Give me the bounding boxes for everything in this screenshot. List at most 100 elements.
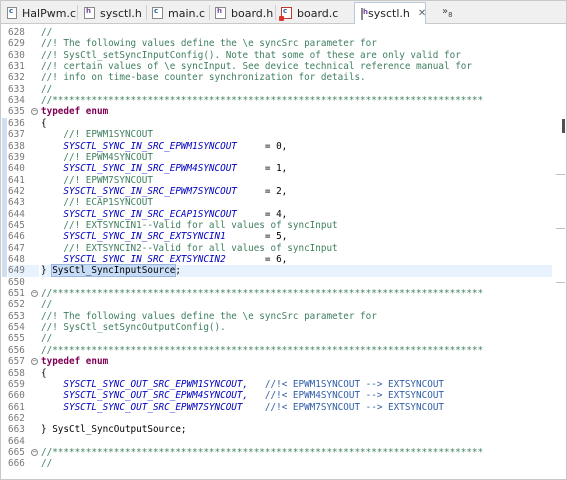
code-line[interactable]: SYSCTL_SYNC_IN_SRC_EXTSYNCIN1 = 5,	[41, 231, 552, 243]
code-line[interactable]: //	[41, 458, 552, 470]
line-number-text: 665	[8, 446, 25, 458]
code-line[interactable]: //! EPWM7SYNCOUT	[41, 175, 552, 187]
code-line[interactable]	[41, 413, 552, 425]
fold-toggle-icon[interactable]: −	[31, 290, 38, 298]
c-source-file-icon	[152, 7, 163, 19]
comment-token: //! EPWM7SYNCOUT	[63, 174, 153, 186]
line-number-text: 645	[8, 219, 25, 231]
code-text-token: } SysCtl_SyncOutputSource;	[41, 424, 187, 436]
code-line[interactable]: } SysCtl_SyncInputSource;	[41, 264, 552, 278]
doc-comment-token: //!< EPWM1SYNCOUT --> EXTSYNCOUT	[264, 378, 445, 390]
line-number: 660	[8, 390, 39, 402]
scroll-occurrence-mark	[556, 282, 565, 283]
code-line[interactable]: SYSCTL_SYNC_IN_SRC_ECAP1SYNCOUT = 4,	[41, 209, 552, 221]
code-line[interactable]: //	[41, 299, 552, 311]
editor-window: HalPwm.c sysctl.h main.c board.h board.c sysc…	[0, 0, 567, 480]
close-icon[interactable]: ✕	[418, 8, 426, 19]
code-line[interactable]: //! ECAP1SYNCOUT	[41, 197, 552, 209]
code-line[interactable]: //! The following values define the \e s…	[41, 38, 552, 50]
keyword-token: enum	[85, 356, 109, 368]
editor-tab-bar: HalPwm.c sysctl.h main.c board.h board.c sysc…	[1, 1, 566, 24]
code-text-token: }	[41, 265, 53, 277]
code-line[interactable]: //! EPWM1SYNCOUT	[41, 129, 552, 141]
line-number: 666	[8, 458, 39, 470]
tab-board-h[interactable]: board.h	[209, 3, 274, 23]
comment-token: //! EPWM1SYNCOUT	[63, 129, 153, 141]
code-line[interactable]: //**************************************…	[41, 345, 552, 357]
code-line[interactable]: SYSCTL_SYNC_IN_SRC_EPWM1SYNCOUT = 0,	[41, 141, 552, 153]
code-line[interactable]: //! SysCtl_setSyncOutputConfig().	[41, 322, 552, 334]
code-line[interactable]: typedef enum	[41, 106, 552, 118]
code-text-token: ;	[175, 265, 181, 277]
tab-sysctl-h[interactable]: sysctl.h	[78, 3, 145, 23]
code-line[interactable]: //**************************************…	[41, 288, 552, 300]
tab-sysctl-h-active[interactable]: sysctl.h ✕	[354, 2, 426, 24]
line-number-text: 654	[8, 322, 25, 334]
code-text-token: = 0,	[236, 140, 288, 152]
tab-HalPwm-c[interactable]: HalPwm.c	[1, 3, 76, 23]
line-number-text: 640	[8, 163, 25, 175]
tab-board-c[interactable]: board.c	[275, 3, 353, 23]
code-line[interactable]: SYSCTL_SYNC_IN_SRC_EPWM7SYNCOUT = 2,	[41, 186, 552, 198]
line-number-text: 662	[8, 412, 25, 424]
c-source-file-icon	[7, 7, 18, 19]
code-area[interactable]: ////! The following values define the \e…	[41, 24, 552, 479]
comment-token: //	[41, 27, 53, 38]
fold-toggle-icon[interactable]: −	[31, 108, 38, 116]
doc-comment-token: //!< EPWM4SYNCOUT --> EXTSYNCOUT	[264, 390, 445, 402]
line-number: 635−	[8, 106, 39, 118]
c-source-file-icon	[279, 7, 292, 21]
line-number-text: 663	[8, 424, 25, 436]
line-number: 663	[8, 424, 39, 436]
code-editor[interactable]: 628 629 630 631 632 633 634 635−636 637 638 639 640…	[1, 24, 566, 479]
code-line[interactable]: } SysCtl_SyncOutputSource;	[41, 424, 552, 436]
code-line[interactable]: //! The following values define the \e s…	[41, 311, 552, 323]
code-line[interactable]: //	[41, 84, 552, 96]
code-line[interactable]: //	[41, 27, 552, 39]
code-line[interactable]: SYSCTL_SYNC_IN_SRC_EPWM4SYNCOUT = 1,	[41, 163, 552, 175]
code-line[interactable]: SYSCTL_SYNC_OUT_SRC_EPWM1SYNCOUT, //!< E…	[41, 379, 552, 391]
code-line[interactable]: SYSCTL_SYNC_OUT_SRC_EPWM4SYNCOUT, //!< E…	[41, 390, 552, 402]
line-number: 650	[8, 277, 39, 289]
comment-token: //**************************************…	[41, 288, 484, 300]
keyword-token: typedef	[41, 356, 81, 368]
code-line[interactable]: //! EPWM4SYNCOUT	[41, 152, 552, 164]
code-line[interactable]: typedef enum	[41, 356, 552, 368]
code-line[interactable]: {	[41, 368, 552, 380]
code-line[interactable]: //! EXTSYNCIN2--Valid for all values of …	[41, 243, 552, 255]
fold-toggle-icon[interactable]: −	[31, 448, 38, 456]
code-line[interactable]: //! certain values of \e syncInput. See …	[41, 61, 552, 73]
code-line[interactable]: //**************************************…	[41, 447, 552, 459]
tab-overflow-button[interactable]: »8	[442, 6, 453, 19]
enumerator-token: SYSCTL_SYNC_IN_SRC_EXTSYNCIN2	[63, 254, 226, 265]
header-file-icon	[215, 7, 226, 19]
scroll-thumb[interactable]	[562, 119, 565, 133]
tab-main-c[interactable]: main.c	[146, 3, 208, 23]
line-number-text: 636	[8, 117, 25, 129]
code-line[interactable]: //! EXTSYNCIN1--Valid for all values of …	[41, 220, 552, 232]
line-number: 646	[8, 231, 39, 243]
line-number: 652	[8, 299, 39, 311]
code-line[interactable]: //! SysCtl_setSyncInputConfig(). Note th…	[41, 50, 552, 62]
line-number-text: 638	[8, 140, 25, 152]
vertical-scrollbar[interactable]	[552, 24, 566, 479]
code-line[interactable]: //	[41, 333, 552, 345]
code-line[interactable]: SYSCTL_SYNC_OUT_SRC_EPWM7SYNCOUT //!< EP…	[41, 402, 552, 414]
line-number-gutter: 628 629 630 631 632 633 634 635−636 637 638 639 640…	[8, 24, 39, 479]
code-line[interactable]: //! info on time-base counter synchroniz…	[41, 72, 552, 84]
code-line[interactable]	[41, 277, 552, 289]
change-range-marker	[2, 117, 7, 277]
overview-ruler	[1, 24, 7, 479]
line-number-text: 642	[8, 185, 25, 197]
code-line[interactable]: {	[41, 118, 552, 130]
comment-token: //	[41, 333, 53, 345]
line-number-text: 633	[8, 83, 25, 95]
line-number-text: 661	[8, 401, 25, 413]
code-line[interactable]: //**************************************…	[41, 95, 552, 107]
code-line[interactable]	[41, 436, 552, 448]
fold-toggle-icon[interactable]: −	[31, 358, 38, 366]
